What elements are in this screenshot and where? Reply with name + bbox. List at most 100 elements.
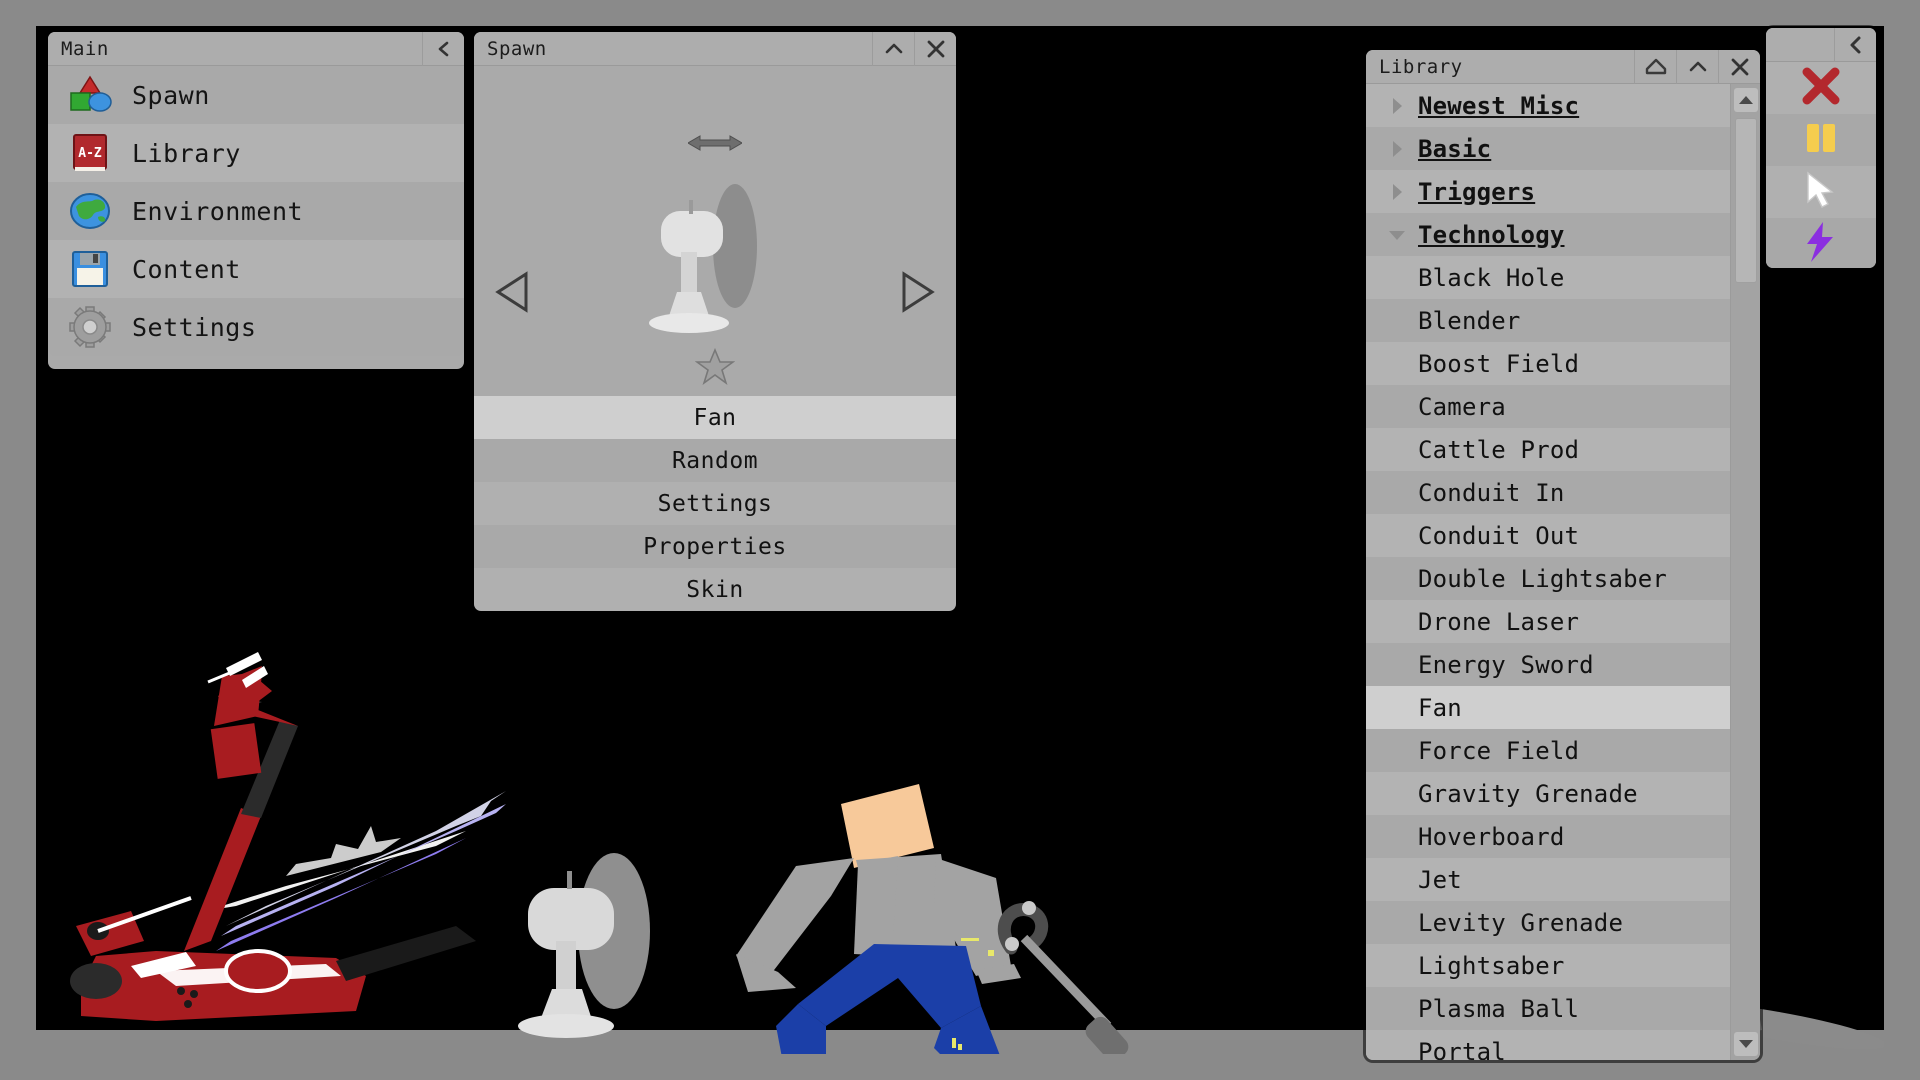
- spawn-close-icon[interactable]: [914, 31, 956, 66]
- library-row-label: Portal: [1418, 1037, 1506, 1061]
- spawn-button-properties[interactable]: Properties: [474, 525, 956, 568]
- spawn-button-label: Properties: [643, 533, 787, 560]
- spawn-panel-titlebar[interactable]: Spawn: [474, 31, 956, 66]
- library-item-row[interactable]: Plasma Ball: [1366, 987, 1730, 1030]
- spawn-button-label: Fan: [693, 404, 737, 431]
- caret-down-icon[interactable]: [1384, 228, 1410, 242]
- library-row-label: Black Hole: [1418, 263, 1565, 292]
- library-item-row[interactable]: Hoverboard: [1366, 815, 1730, 858]
- main-panel-titlebar[interactable]: Main: [48, 31, 464, 66]
- red-x-icon: [1799, 64, 1843, 112]
- library-item-row[interactable]: Blender: [1366, 299, 1730, 342]
- library-row-label: Conduit In: [1418, 478, 1565, 507]
- triangle-left-icon[interactable]: [494, 271, 532, 313]
- tool-panel-titlebar[interactable]: [1766, 28, 1876, 62]
- spawn-button-label: Skin: [686, 576, 744, 603]
- spawn-button-label: Settings: [657, 490, 773, 517]
- yellow-pause-icon: [1801, 118, 1841, 162]
- library-item-row[interactable]: Boost Field: [1366, 342, 1730, 385]
- library-item-row[interactable]: Gravity Grenade: [1366, 772, 1730, 815]
- library-row-label: Gravity Grenade: [1418, 779, 1638, 808]
- library-panel-title: Library: [1379, 55, 1463, 78]
- gear-icon: [66, 303, 114, 351]
- scrollbar-thumb[interactable]: [1735, 118, 1757, 283]
- pause-tool-button[interactable]: [1766, 114, 1876, 166]
- sidebar-item-label: Library: [132, 138, 241, 168]
- main-panel-title: Main: [61, 37, 109, 60]
- library-item-row[interactable]: Black Hole: [1366, 256, 1730, 299]
- library-category-row[interactable]: Basic: [1366, 127, 1730, 170]
- shapes-icon: [66, 71, 114, 119]
- spawn-button-skin[interactable]: Skin: [474, 568, 956, 611]
- spawn-panel-title: Spawn: [487, 37, 547, 60]
- library-item-row[interactable]: Cattle Prod: [1366, 428, 1730, 471]
- spawn-preview-area[interactable]: [474, 66, 956, 396]
- sidebar-item-settings[interactable]: Settings: [48, 298, 464, 356]
- main-menu-panel: Main Spawn A-Z Library Environment Conte…: [48, 31, 464, 369]
- library-row-label: Force Field: [1418, 736, 1580, 765]
- library-item-row[interactable]: Camera: [1366, 385, 1730, 428]
- sidebar-item-label: Settings: [132, 312, 257, 342]
- library-row-label: Technology: [1418, 220, 1565, 249]
- library-item-row[interactable]: Force Field: [1366, 729, 1730, 772]
- library-list[interactable]: Newest Misc Basic Triggers Technology Black …: [1366, 84, 1730, 1060]
- main-collapse-left-icon[interactable]: [422, 31, 464, 66]
- spawn-button-current[interactable]: Fan: [474, 396, 956, 439]
- home-icon[interactable]: [1634, 50, 1676, 84]
- book-a-z-icon: A-Z: [66, 129, 114, 177]
- library-row-label: Blender: [1418, 306, 1521, 335]
- sidebar-item-environment[interactable]: Environment: [48, 182, 464, 240]
- library-close-icon[interactable]: [1718, 50, 1760, 84]
- sidebar-item-library[interactable]: A-Z Library: [48, 124, 464, 182]
- spawn-button-settings[interactable]: Settings: [474, 482, 956, 525]
- white-cursor-icon: [1803, 170, 1839, 214]
- library-row-label: Triggers: [1418, 177, 1536, 206]
- library-item-row[interactable]: Conduit Out: [1366, 514, 1730, 557]
- svg-text:A-Z: A-Z: [78, 146, 102, 161]
- library-item-row[interactable]: Lightsaber: [1366, 944, 1730, 987]
- library-row-label: Cattle Prod: [1418, 435, 1580, 464]
- purple-lightning-icon: [1801, 220, 1841, 268]
- spawn-button-label: Random: [671, 447, 759, 474]
- caret-right-icon[interactable]: [1384, 139, 1410, 159]
- tool-collapse-left-icon[interactable]: [1834, 28, 1876, 62]
- library-row-label: Jet: [1418, 865, 1462, 894]
- select-tool-button[interactable]: [1766, 166, 1876, 218]
- library-item-row[interactable]: Jet: [1366, 858, 1730, 901]
- sidebar-item-content[interactable]: Content: [48, 240, 464, 298]
- spawn-preview-model: [649, 184, 757, 333]
- library-category-row[interactable]: Technology: [1366, 213, 1730, 256]
- spawn-collapse-icon[interactable]: [872, 31, 914, 66]
- globe-icon: [66, 187, 114, 235]
- library-row-label: Drone Laser: [1418, 607, 1580, 636]
- caret-right-icon[interactable]: [1384, 182, 1410, 202]
- library-item-row[interactable]: Drone Laser: [1366, 600, 1730, 643]
- library-item-row[interactable]: Portal: [1366, 1030, 1730, 1060]
- library-item-row[interactable]: Energy Sword: [1366, 643, 1730, 686]
- caret-down-icon[interactable]: [1734, 1032, 1758, 1056]
- library-panel-titlebar[interactable]: Library: [1366, 50, 1760, 84]
- library-category-row[interactable]: Newest Misc: [1366, 84, 1730, 127]
- library-item-row[interactable]: Conduit In: [1366, 471, 1730, 514]
- library-item-row[interactable]: Double Lightsaber: [1366, 557, 1730, 600]
- sidebar-item-label: Content: [132, 254, 241, 284]
- library-scrollbar[interactable]: [1730, 84, 1760, 1060]
- spawn-button-random[interactable]: Random: [474, 439, 956, 482]
- lightning-tool-button[interactable]: [1766, 218, 1876, 268]
- star-icon[interactable]: [694, 347, 736, 390]
- library-category-row[interactable]: Triggers: [1366, 170, 1730, 213]
- app-root: Main Spawn A-Z Library Environment Conte…: [0, 0, 1920, 1080]
- delete-tool-button[interactable]: [1766, 62, 1876, 114]
- caret-right-icon[interactable]: [1384, 96, 1410, 116]
- left-right-arrow-icon[interactable]: [687, 133, 743, 157]
- ragdoll-character: [736, 784, 1021, 1054]
- fan-object: [518, 853, 650, 1038]
- sidebar-item-label: Spawn: [132, 80, 210, 110]
- library-item-row[interactable]: Levity Grenade: [1366, 901, 1730, 944]
- library-row-label: Levity Grenade: [1418, 908, 1624, 937]
- library-collapse-icon[interactable]: [1676, 50, 1718, 84]
- library-item-row[interactable]: Fan: [1366, 686, 1730, 729]
- triangle-right-icon[interactable]: [898, 271, 936, 313]
- sidebar-item-spawn[interactable]: Spawn: [48, 66, 464, 124]
- caret-up-icon[interactable]: [1734, 88, 1758, 112]
